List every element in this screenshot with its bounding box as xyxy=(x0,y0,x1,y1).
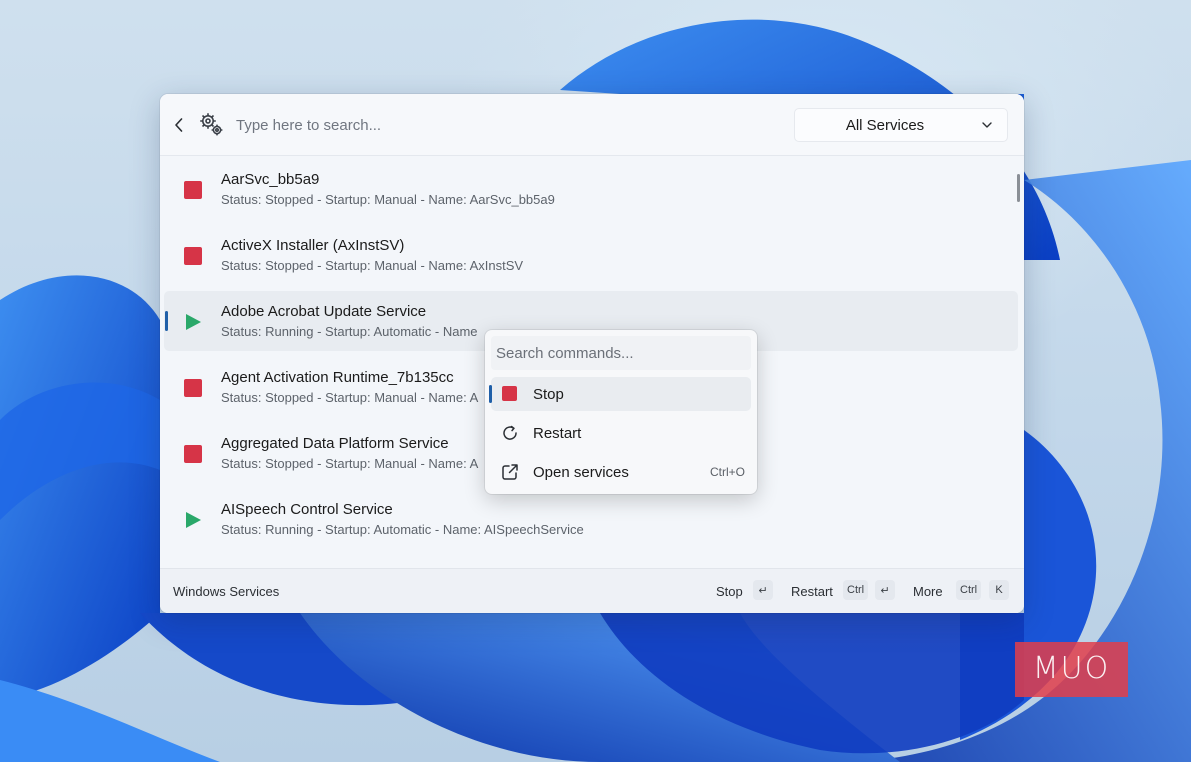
menu-item-label: Open services xyxy=(533,464,629,481)
open-external-icon xyxy=(502,464,518,480)
chevron-left-icon xyxy=(175,118,183,132)
filter-selected-label: All Services xyxy=(845,116,925,134)
service-title: Adobe Acrobat Update Service xyxy=(221,303,427,320)
stop-icon xyxy=(501,385,519,403)
search-input[interactable] xyxy=(236,113,756,137)
selection-indicator xyxy=(489,385,492,403)
menu-item-restart[interactable]: Restart xyxy=(491,416,751,450)
stopped-icon xyxy=(184,247,202,265)
menu-item-label: Restart xyxy=(533,425,582,442)
footer-bar: Windows Services Stop ↵ Restart Ctrl ↵ M… xyxy=(160,568,1024,613)
menu-item-label: Stop xyxy=(533,386,564,403)
service-details: Status: Running - Startup: Automatic - N… xyxy=(221,522,584,537)
stopped-icon xyxy=(184,379,202,397)
service-details: Status: Stopped - Startup: Manual - Name… xyxy=(221,192,555,207)
service-details: Status: Stopped - Startup: Manual - Name… xyxy=(221,456,479,471)
ctrl-key-hint: Ctrl xyxy=(956,580,982,600)
muo-logo: MUO xyxy=(1015,642,1128,697)
service-details: Status: Stopped - Startup: Manual - Name… xyxy=(221,258,524,273)
service-title: Aggregated Data Platform Service xyxy=(221,435,449,452)
footer-title: Windows Services xyxy=(173,584,280,599)
service-title: Agent Activation Runtime_7b135cc xyxy=(221,369,454,386)
footer-more-button[interactable]: More xyxy=(913,584,943,599)
back-button[interactable] xyxy=(168,113,190,137)
service-title: ActiveX Installer (AxInstSV) xyxy=(221,237,405,254)
list-item[interactable]: AISpeech Control Service Status: Running… xyxy=(164,489,1018,549)
command-menu: Stop Restart Open services Ctrl+O xyxy=(485,330,757,494)
menu-item-open-services[interactable]: Open services Ctrl+O xyxy=(491,455,751,489)
scrollbar-thumb[interactable] xyxy=(1017,174,1020,202)
gears-icon xyxy=(200,113,223,136)
service-title: AISpeech Control Service xyxy=(221,501,393,518)
selection-indicator xyxy=(165,311,168,331)
service-details: Status: Stopped - Startup: Manual - Name… xyxy=(221,390,479,405)
footer-restart-button[interactable]: Restart xyxy=(791,584,833,599)
service-filter-dropdown[interactable]: All Services xyxy=(794,108,1008,142)
enter-key-hint: ↵ xyxy=(875,580,895,600)
logo-text: MUO xyxy=(1032,651,1111,686)
list-item[interactable]: ActiveX Installer (AxInstSV) Status: Sto… xyxy=(164,225,1018,285)
stopped-icon xyxy=(184,181,202,199)
shortcut-hint: Ctrl+O xyxy=(709,465,745,479)
service-title: AarSvc_bb5a9 xyxy=(221,171,320,188)
running-icon xyxy=(186,512,201,528)
service-details: Status: Running - Startup: Automatic - N… xyxy=(221,324,478,339)
command-search-input[interactable] xyxy=(491,336,751,370)
restart-icon xyxy=(503,425,517,440)
chevron-down-icon xyxy=(982,122,992,128)
enter-key-hint: ↵ xyxy=(753,580,773,600)
search-bar: All Services xyxy=(160,94,1024,156)
stopped-icon xyxy=(184,445,202,463)
k-key-hint: K xyxy=(989,580,1009,600)
ctrl-key-hint: Ctrl xyxy=(843,580,869,600)
footer-stop-button[interactable]: Stop xyxy=(716,584,743,599)
running-icon xyxy=(186,314,201,330)
menu-item-stop[interactable]: Stop xyxy=(489,377,751,411)
list-item[interactable]: AarSvc_bb5a9 Status: Stopped - Startup: … xyxy=(164,159,1018,219)
